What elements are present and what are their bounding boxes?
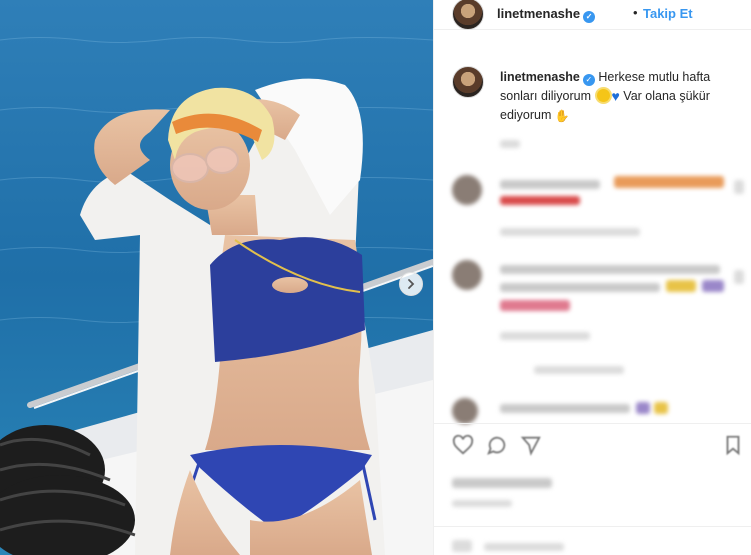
chevron-right-icon — [408, 279, 415, 289]
comment-emoji — [666, 280, 696, 292]
comment-like-icon[interactable] — [734, 270, 744, 284]
comment-emoji — [500, 196, 580, 205]
emoji-picker-icon[interactable] — [452, 540, 472, 552]
action-bar — [434, 423, 751, 463]
sun-emoji-icon — [596, 89, 610, 102]
verified-badge-icon: ✓ — [582, 74, 595, 86]
separator-dot: • — [633, 5, 638, 20]
comment-avatar[interactable] — [452, 260, 482, 290]
comment-emoji — [636, 402, 650, 414]
caption-text: linetmenashe ✓ Herkese mutlu hafta sonlar… — [500, 68, 744, 126]
divider — [434, 526, 751, 527]
likes-count[interactable] — [452, 478, 552, 488]
verified-badge-icon: ✓ — [583, 11, 596, 23]
comment-meta — [500, 332, 590, 340]
heart-outline-icon[interactable] — [452, 434, 474, 456]
avatar[interactable] — [452, 0, 484, 30]
next-photo-button[interactable] — [399, 272, 423, 296]
comment-emoji — [500, 300, 570, 311]
post-date — [452, 500, 512, 507]
comment-like-icon[interactable] — [734, 180, 744, 194]
speech-bubble-icon[interactable] — [486, 434, 508, 456]
bookmark-icon[interactable] — [722, 434, 744, 456]
photo-image — [0, 0, 433, 555]
comment-avatar[interactable] — [452, 398, 478, 424]
post-header: linetmenashe ✓ • Takip Et — [434, 0, 751, 30]
folded-hands-emoji-icon: ✋ — [554, 109, 570, 123]
add-comment-input[interactable] — [484, 543, 564, 551]
post-sidebar: linetmenashe ✓ • Takip Et linetmenashe ✓ H… — [433, 0, 751, 555]
comment-meta — [500, 228, 640, 236]
comment-avatar[interactable] — [452, 175, 482, 205]
caption-timestamp — [500, 140, 520, 148]
comment-text — [500, 283, 660, 292]
view-replies[interactable] — [534, 366, 624, 374]
header-username[interactable]: linetmenashe ✓ — [497, 6, 596, 23]
caption-avatar[interactable] — [452, 66, 484, 98]
username-text[interactable]: linetmenashe — [497, 6, 580, 21]
post-photo[interactable] — [0, 0, 433, 555]
comment-text — [500, 180, 600, 189]
comment-emoji — [654, 402, 668, 414]
comment-text — [500, 265, 720, 274]
blue-heart-emoji-icon: ♥ — [611, 88, 620, 104]
follow-button[interactable]: Takip Et — [643, 6, 693, 21]
comment-emoji — [614, 176, 724, 188]
caption-username[interactable]: linetmenashe — [500, 70, 580, 84]
comment-text — [500, 404, 630, 413]
paper-plane-icon[interactable] — [520, 434, 542, 456]
comment-emoji — [702, 280, 724, 292]
